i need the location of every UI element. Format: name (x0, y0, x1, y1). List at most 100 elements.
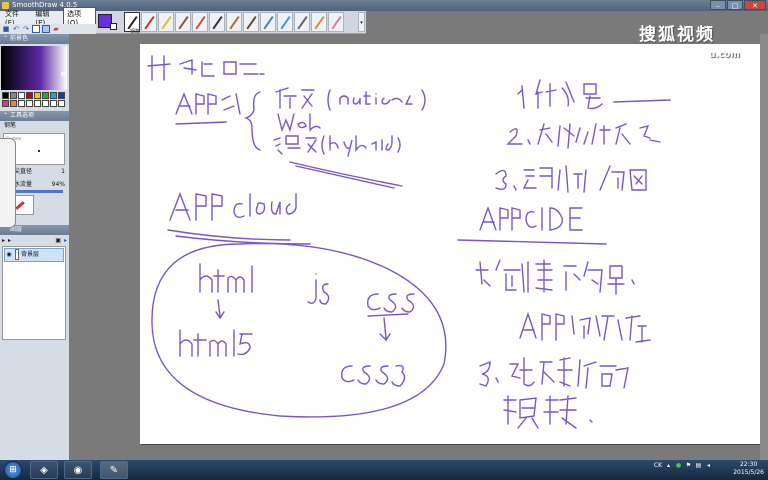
background-color-swatch[interactable] (110, 23, 117, 30)
palette-swatch[interactable] (50, 92, 57, 99)
tip-size-value: 1 (61, 168, 65, 175)
image-icon[interactable] (42, 25, 50, 33)
layer-menu-icon[interactable]: ▸ (64, 237, 67, 244)
left-panel: ⌃ 前景色 ⌃ 工具选项 钢笔 Custom 笔尖直径1 墨水流量94% 混色 … (0, 34, 69, 460)
ink-stroke (475, 259, 635, 295)
close-button[interactable]: ✕ (744, 0, 766, 10)
move-down-icon[interactable]: ▸ (8, 237, 11, 244)
ink-stroke (289, 161, 403, 189)
oil-brush[interactable] (243, 12, 259, 32)
ink-stroke (179, 329, 253, 357)
smudge-brush[interactable] (294, 12, 310, 32)
color-picker[interactable] (1, 46, 67, 90)
ink-stroke (479, 357, 629, 389)
chevron-down-icon[interactable]: ▾ (358, 12, 365, 32)
color-panel-header[interactable]: ⌃ 前景色 (0, 34, 69, 44)
handwriting-layer (147, 55, 671, 429)
quick-tools-row: ■ ↶ ↷ ▰ (0, 24, 96, 34)
crayon-brush[interactable] (192, 12, 208, 32)
ink-stroke (169, 192, 297, 221)
title-bar: SmoothDraw 4.0.5 – □ ✕ (0, 0, 768, 11)
ink-stroke (277, 113, 321, 133)
pen-icon (15, 201, 25, 210)
tray-icon[interactable]: ● (675, 462, 682, 469)
flag-icon[interactable]: ⚑ (685, 462, 692, 469)
airbrush[interactable] (260, 12, 276, 32)
tray-language[interactable]: CK (654, 462, 662, 469)
palette-swatch[interactable] (18, 92, 25, 99)
palette-swatch[interactable] (58, 100, 65, 107)
ink-stroke (503, 395, 593, 429)
undo-icon[interactable]: ↶ (12, 25, 20, 33)
palette-swatch[interactable] (10, 92, 17, 99)
drawing-canvas[interactable] (140, 44, 761, 444)
palette-swatch[interactable] (42, 92, 49, 99)
ink-stroke (506, 123, 661, 149)
clock-time: 22:30 (739, 461, 758, 468)
ink-stroke (341, 364, 406, 387)
highlighter-brush[interactable] (158, 12, 174, 32)
move-up-icon[interactable]: ▸ (2, 237, 5, 244)
palette-swatch[interactable] (26, 100, 33, 107)
paint-brush[interactable] (226, 12, 242, 32)
add-layer-icon[interactable]: ▣ (55, 237, 61, 244)
ink-brush[interactable] (209, 12, 225, 32)
redo-icon[interactable]: ↷ (22, 25, 30, 33)
ink-stroke (215, 299, 225, 320)
watermark-subtext: u.com (709, 50, 740, 60)
ink-stroke (367, 313, 409, 317)
eye-icon[interactable]: ◉ (5, 249, 13, 261)
palette-swatch[interactable] (2, 100, 9, 107)
layer-item[interactable]: ◉ 背景层 (4, 248, 64, 262)
ink-stroke (273, 135, 401, 157)
eraser-icon[interactable] (328, 12, 344, 32)
ink-stroke (479, 205, 583, 231)
ink-stroke (175, 121, 227, 125)
document-icon[interactable] (32, 25, 40, 33)
ink-stroke (517, 79, 671, 110)
palette-swatch[interactable] (34, 92, 41, 99)
tool-name: 钢笔 (4, 122, 17, 129)
ink-stroke (457, 239, 607, 245)
start-button[interactable]: ⊞ (4, 461, 22, 479)
clock[interactable]: 22:30 2015/5/26 (733, 461, 764, 477)
layer-tools: ▸ ▸ ▣ ▸ (0, 235, 69, 245)
chrome-icon[interactable]: ◉ (64, 461, 92, 479)
flag-icon[interactable]: ▰ (52, 25, 60, 33)
palette-swatch[interactable] (18, 100, 25, 107)
palette-swatch[interactable] (2, 92, 9, 99)
canvas-area (73, 34, 768, 460)
smoothdraw-taskbar-icon[interactable]: ✎ (100, 461, 128, 479)
maximize-button[interactable]: □ (727, 0, 743, 10)
marker-brush[interactable] (175, 12, 191, 32)
tool-panel-header[interactable]: ⌃ 工具选项 (0, 111, 69, 121)
water-drop-icon[interactable] (277, 12, 293, 32)
ink-stroke (275, 87, 426, 111)
tray-icon[interactable]: ▴ (665, 462, 672, 469)
palette-swatch[interactable] (50, 100, 57, 107)
palette-swatch[interactable] (26, 92, 33, 99)
side-panel-tab[interactable] (0, 138, 16, 228)
ink-stroke (175, 92, 241, 115)
brush-dot (38, 150, 40, 152)
ink-stroke (147, 55, 265, 81)
palette-swatch[interactable] (10, 100, 17, 107)
minimize-button[interactable]: – (710, 0, 726, 10)
network-icon[interactable]: ▤ (695, 462, 702, 469)
window-controls: – □ ✕ (710, 0, 766, 11)
save-icon[interactable]: ■ (2, 25, 10, 33)
pencil-brush[interactable] (141, 12, 157, 32)
ink-stroke (379, 317, 391, 342)
layer-name: 背景层 (21, 251, 40, 258)
color-palette (2, 92, 67, 107)
volume-icon[interactable]: ◂ (705, 462, 712, 469)
layer-list: ◉ 背景层 (2, 246, 66, 340)
taskbar-app-icon[interactable]: ◈ (30, 461, 58, 479)
vertical-scrollbar[interactable] (760, 34, 768, 460)
palette-swatch[interactable] (34, 100, 41, 107)
palette-swatch[interactable] (42, 100, 49, 107)
ink-stroke (167, 229, 311, 245)
stamp-brush[interactable] (311, 12, 327, 32)
color-cursor (61, 72, 65, 76)
palette-swatch[interactable] (58, 92, 65, 99)
